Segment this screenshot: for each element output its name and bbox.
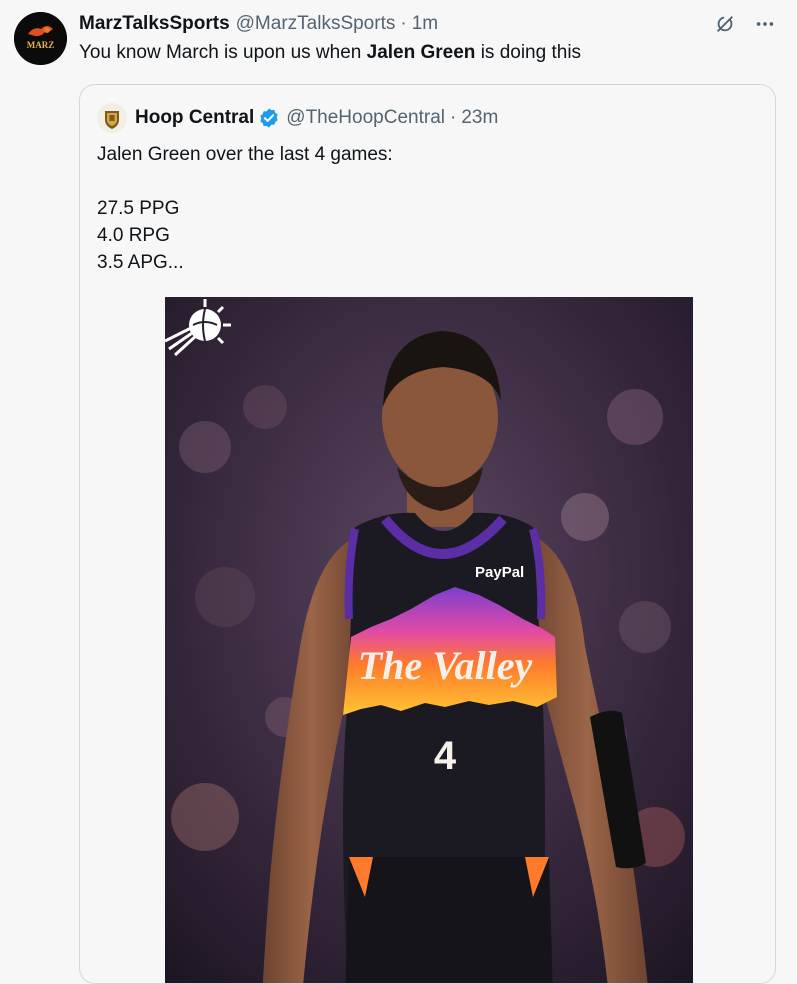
author-name[interactable]: MarzTalksSports [79, 13, 230, 35]
author-handle[interactable]: @MarzTalksSports [236, 13, 396, 35]
separator: · [400, 13, 407, 34]
tweet-text: You know March is upon us when Jalen Gre… [79, 42, 581, 64]
quoted-text-line: Jalen Green over the last 4 games: [97, 144, 393, 165]
quoted-text-line: 4.0 RPG [97, 225, 170, 246]
tweet-text-after: is doing this [475, 42, 582, 63]
tweet-actions [713, 12, 777, 36]
quoted-separator: · [449, 107, 457, 128]
tweet-text-before: You know March is upon us when [79, 42, 367, 63]
tweet-header: MarzTalksSports @MarzTalksSports · 1m [79, 12, 438, 36]
player-photo: The Valley PayPal 4 [165, 297, 693, 983]
tweet[interactable]: MARZ MarzTalksSports @MarzTalksSports · … [0, 0, 797, 984]
more-icon[interactable] [753, 12, 777, 36]
quoted-timestamp[interactable]: 23m [461, 107, 498, 129]
quoted-text-line: 3.5 APG... [97, 252, 184, 273]
jersey-sponsor: PayPal [475, 564, 524, 581]
quoted-tweet-header: Hoop Central @TheHoopCentral · 23m [97, 103, 498, 133]
grok-icon[interactable] [713, 12, 737, 36]
quoted-author-name[interactable]: Hoop Central [135, 107, 254, 129]
verified-badge-icon [260, 108, 278, 128]
quoted-tweet-text: Jalen Green over the last 4 games: 27.5 … [97, 141, 393, 276]
jersey-number: 4 [434, 734, 457, 778]
jersey-wordmark: The Valley [358, 643, 533, 688]
timestamp[interactable]: 1m [412, 13, 438, 35]
quoted-author-avatar[interactable] [97, 103, 127, 133]
tweet-photo[interactable]: The Valley PayPal 4 [165, 297, 693, 983]
tweet-text-mention: Jalen Green [366, 42, 476, 63]
avatar-logo-text: MARZ [27, 40, 55, 50]
author-avatar[interactable]: MARZ [14, 12, 67, 65]
quoted-text-line: 27.5 PPG [97, 198, 180, 219]
quoted-text-line [97, 168, 393, 195]
quoted-author-handle[interactable]: @TheHoopCentral [286, 107, 445, 129]
quoted-tweet[interactable]: Hoop Central @TheHoopCentral · 23m Jalen… [79, 84, 776, 984]
